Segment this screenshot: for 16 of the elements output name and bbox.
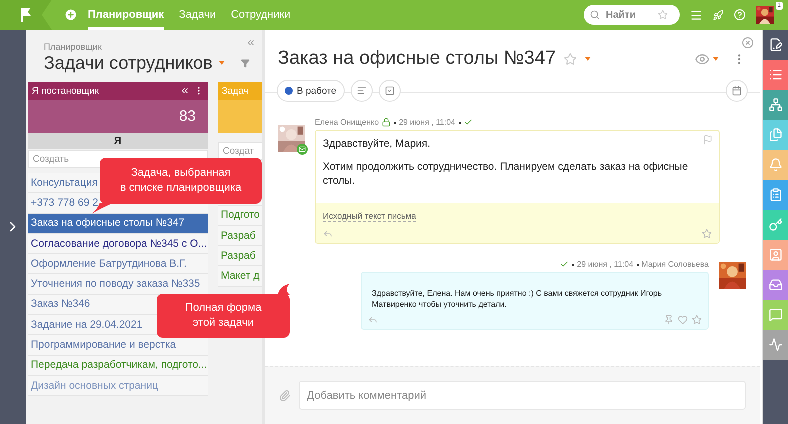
task-count: 83	[179, 108, 196, 125]
task-title: Заказ на офисные столы №347	[278, 48, 556, 70]
callout-tooltip: Полная форма этой задачи	[157, 294, 290, 338]
message-text: Здравствуйте, Мария.	[323, 137, 432, 152]
message-author: Елена Онищенко	[315, 118, 380, 127]
column-title: Я постановщик	[32, 86, 100, 96]
group-label: Я	[28, 133, 208, 149]
message-text: Хотим продолжить сотрудничество. Планируем сделать заказ на офисные столы.	[323, 160, 690, 189]
message-text: Здравствуйте, Елена. Нам очень приятно :) С вами свяжется сотрудник Игорь Матвиренко чтобы уточнить детали.	[372, 289, 664, 311]
callout-tooltip: Задача, выбранная в списке планировщика	[100, 158, 262, 204]
message-author: Мария Соловьева	[642, 260, 709, 269]
column-title: Задач	[222, 86, 250, 96]
message-date: 29 июня , 11:04	[577, 260, 634, 269]
breadcrumb: Планировщик	[44, 42, 102, 52]
planner-title: Задачи сотрудников	[44, 52, 213, 74]
message-date: 29 июня , 11:04	[399, 118, 456, 127]
